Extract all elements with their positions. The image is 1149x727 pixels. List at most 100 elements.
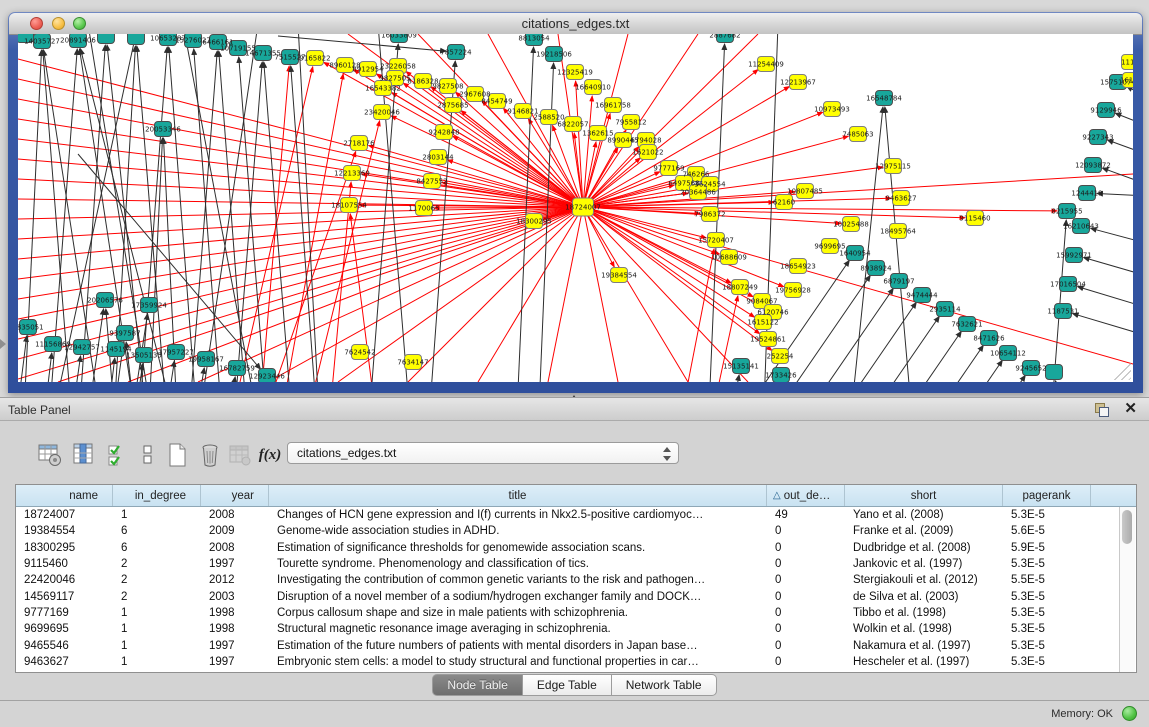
cell[interactable]: 5.3E-5 (1003, 591, 1091, 603)
row-height-icon[interactable] (134, 441, 162, 469)
table-row[interactable]: 946554611997Estimation of the future num… (16, 637, 1136, 653)
cell[interactable]: Investigating the contribution of common… (269, 574, 767, 586)
cell[interactable]: 2 (113, 574, 201, 586)
cell[interactable]: Corpus callosum shape and size in male p… (269, 607, 767, 619)
cell[interactable]: 5.3E-5 (1003, 558, 1091, 570)
cell[interactable]: 1997 (201, 640, 269, 652)
cell[interactable]: 18724007 (16, 509, 113, 521)
vertical-scrollbar[interactable] (1119, 507, 1135, 673)
cell[interactable]: Structural magnetic resonance image aver… (269, 623, 767, 635)
cell[interactable]: 5.3E-5 (1003, 509, 1091, 521)
table-row[interactable]: 946362711997Embryonic stem cells: a mode… (16, 654, 1136, 670)
table-row[interactable]: 1872400712008Changes of HCN gene express… (16, 507, 1136, 523)
panel-collapse-handle[interactable] (0, 339, 6, 349)
column-header-pagerank[interactable]: pagerank (1003, 485, 1091, 506)
cell[interactable]: 0 (767, 623, 845, 635)
close-panel-icon[interactable]: ✕ (1124, 400, 1137, 418)
cell[interactable]: 1997 (201, 656, 269, 668)
network-window-titlebar[interactable]: citations_edges.txt (9, 13, 1142, 35)
cell[interactable]: 1 (113, 607, 201, 619)
tab-edge-table[interactable]: Edge Table (523, 674, 612, 696)
network-window[interactable]: citations_edges.txt 14035727208914061065… (8, 12, 1143, 393)
cell[interactable]: 0 (767, 640, 845, 652)
column-header-short[interactable]: short (845, 485, 1003, 506)
cell[interactable]: 1998 (201, 623, 269, 635)
column-header-in_degree[interactable]: in_degree (113, 485, 201, 506)
cell[interactable]: 0 (767, 525, 845, 537)
cell[interactable]: 19384554 (16, 525, 113, 537)
cell[interactable]: Changes of HCN gene expression and I(f) … (269, 509, 767, 521)
network-canvas[interactable]: 1403572720891406106532871527602764661611… (18, 34, 1133, 382)
cell[interactable]: Hescheler et al. (1997) (845, 656, 1003, 668)
table-row[interactable]: 2242004622012Investigating the contribut… (16, 572, 1136, 588)
cell[interactable]: 14569117 (16, 591, 113, 603)
cell[interactable]: 2012 (201, 574, 269, 586)
cell[interactable]: 9115460 (16, 558, 113, 570)
select-rows-icon[interactable] (104, 441, 132, 469)
cell[interactable]: 1 (113, 623, 201, 635)
cell[interactable]: 5.5E-5 (1003, 574, 1091, 586)
tab-network-table[interactable]: Network Table (612, 674, 717, 696)
table-row[interactable]: 977716911998Corpus callosum shape and si… (16, 605, 1136, 621)
float-panel-icon[interactable] (1095, 403, 1109, 416)
cell[interactable]: 2 (113, 591, 201, 603)
cell[interactable]: Tourette syndrome. Phenomenology and cla… (269, 558, 767, 570)
table-row[interactable]: 1938455462009Genome-wide association stu… (16, 523, 1136, 539)
cell[interactable]: 1 (113, 640, 201, 652)
cell[interactable]: 2008 (201, 509, 269, 521)
cell[interactable]: Wolkin et al. (1998) (845, 623, 1003, 635)
cell[interactable]: 5.3E-5 (1003, 607, 1091, 619)
column-header-title[interactable]: title (269, 485, 767, 506)
cell[interactable]: Estimation of significance thresholds fo… (269, 542, 767, 554)
cell[interactable]: 9699695 (16, 623, 113, 635)
cell[interactable]: 0 (767, 591, 845, 603)
table-row[interactable]: 1456911722003Disruption of a novel membe… (16, 588, 1136, 604)
function-builder-icon[interactable]: f(x) (256, 441, 284, 469)
cell[interactable]: Franke et al. (2009) (845, 525, 1003, 537)
cell[interactable]: Stergiakouli et al. (2012) (845, 574, 1003, 586)
cell[interactable]: 9777169 (16, 607, 113, 619)
cell[interactable]: 0 (767, 656, 845, 668)
cell[interactable]: 2008 (201, 542, 269, 554)
cell[interactable]: 18300295 (16, 542, 113, 554)
cell[interactable]: Yano et al. (2008) (845, 509, 1003, 521)
table-row[interactable]: 969969511998Structural magnetic resonanc… (16, 621, 1136, 637)
table-row[interactable]: 1830029562008Estimation of significance … (16, 540, 1136, 556)
cell[interactable]: 6 (113, 525, 201, 537)
table-row[interactable]: 911546021997Tourette syndrome. Phenomeno… (16, 556, 1136, 572)
cell[interactable]: de Silva et al. (2003) (845, 591, 1003, 603)
cell[interactable]: 0 (767, 574, 845, 586)
cell[interactable]: Genome-wide association studies in ADHD. (269, 525, 767, 537)
cell[interactable]: 5.9E-5 (1003, 542, 1091, 554)
column-header-year[interactable]: year (201, 485, 269, 506)
cell[interactable]: 9465546 (16, 640, 113, 652)
delete-table-icon[interactable] (196, 441, 224, 469)
cell[interactable]: 2003 (201, 591, 269, 603)
cell[interactable]: Embryonic stem cells: a model to study s… (269, 656, 767, 668)
cell[interactable]: Tibbo et al. (1998) (845, 607, 1003, 619)
table-selector-dropdown[interactable]: citations_edges.txt (287, 442, 679, 464)
cell[interactable]: 5.3E-5 (1003, 640, 1091, 652)
citation-network-graph[interactable]: 1403572720891406106532871527602764661611… (18, 34, 1133, 382)
cell[interactable]: 0 (767, 558, 845, 570)
column-header-out_de[interactable]: △out_de… (767, 485, 845, 506)
cell[interactable]: 1998 (201, 607, 269, 619)
cell[interactable]: Nakamura et al. (1997) (845, 640, 1003, 652)
cell[interactable]: 1 (113, 509, 201, 521)
cell[interactable]: Dudbridge et al. (2008) (845, 542, 1003, 554)
tab-node-table[interactable]: Node Table (432, 674, 523, 696)
cell[interactable]: 2 (113, 558, 201, 570)
show-column-icon[interactable] (70, 441, 98, 469)
cell[interactable]: 1 (113, 656, 201, 668)
cell[interactable]: 0 (767, 607, 845, 619)
cell[interactable]: 5.6E-5 (1003, 525, 1091, 537)
cell[interactable]: 5.3E-5 (1003, 656, 1091, 668)
cell[interactable]: 6 (113, 542, 201, 554)
cell[interactable]: 9463627 (16, 656, 113, 668)
cell[interactable]: Jankovic et al. (1997) (845, 558, 1003, 570)
table-options-icon[interactable] (36, 441, 64, 469)
cell[interactable]: 49 (767, 509, 845, 521)
cell[interactable]: 2009 (201, 525, 269, 537)
cell[interactable]: Disruption of a novel member of a sodium… (269, 591, 767, 603)
cell[interactable]: 22420046 (16, 574, 113, 586)
